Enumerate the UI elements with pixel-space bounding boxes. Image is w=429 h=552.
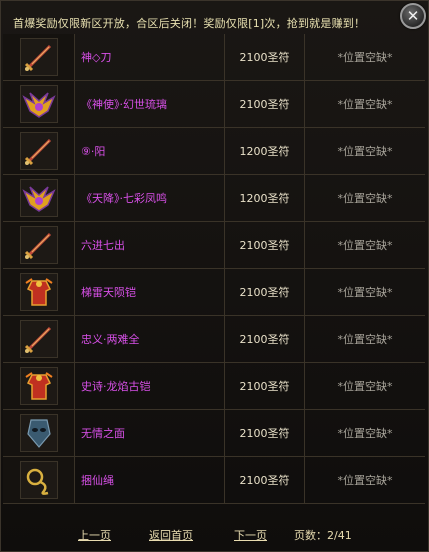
item-icon-cell (3, 316, 75, 362)
item-row: 捆仙绳 2100圣符 *位置空缺* (3, 457, 425, 504)
prev-page-link[interactable]: 上一页 (78, 527, 111, 543)
item-row: 神◇刀 2100圣符 *位置空缺* (3, 34, 425, 81)
item-name: ⑨·阳 (75, 128, 225, 174)
pagination: 上一页 返回首页 下一页 页数：2/41 (1, 521, 429, 549)
item-row: 无情之面 2100圣符 *位置空缺* (3, 410, 425, 457)
close-button[interactable]: ✕ (400, 3, 426, 29)
armor-icon[interactable] (19, 367, 58, 405)
item-icon-cell (3, 81, 75, 127)
sword-icon[interactable] (19, 38, 58, 76)
item-name: 捆仙绳 (75, 457, 225, 503)
sword-icon[interactable] (19, 320, 58, 358)
item-name: 六进七出 (75, 222, 225, 268)
item-price: 2100圣符 (225, 34, 305, 80)
item-price: 1200圣符 (225, 175, 305, 221)
sword-icon[interactable] (19, 132, 58, 170)
item-icon-cell (3, 175, 75, 221)
item-icon-cell (3, 222, 75, 268)
home-link[interactable]: 返回首页 (149, 527, 193, 543)
item-table: 神◇刀 2100圣符 *位置空缺* 《神使》·幻世琉璃 2100圣符 *位置空缺* ⑨·阳 1… (3, 34, 425, 504)
item-slot-status: *位置空缺* (337, 239, 393, 252)
item-price: 2100圣符 (225, 222, 305, 268)
item-price: 2100圣符 (225, 316, 305, 362)
item-icon-cell (3, 128, 75, 174)
item-icon-cell (3, 410, 75, 456)
rewards-panel: 首爆奖励仅限新区开放，合区后关闭！奖励仅限[1]次，抢到就是赚到！ ✕ 神◇刀 2… (0, 0, 429, 552)
close-icon: ✕ (406, 7, 420, 25)
winged-helmet-icon[interactable] (19, 179, 58, 217)
item-slot-status: *位置空缺* (337, 145, 393, 158)
item-row: 《天降》·七彩凤鸣 1200圣符 *位置空缺* (3, 175, 425, 222)
item-row: 六进七出 2100圣符 *位置空缺* (3, 222, 425, 269)
item-price: 2100圣符 (225, 269, 305, 315)
item-price: 2100圣符 (225, 363, 305, 409)
winged-helmet-icon[interactable] (19, 85, 58, 123)
item-slot-status: *位置空缺* (337, 98, 393, 111)
item-row: 史诗·龙焰古铠 2100圣符 *位置空缺* (3, 363, 425, 410)
notice-text: 首爆奖励仅限新区开放，合区后关闭！奖励仅限[1]次，抢到就是赚到！ (13, 17, 366, 30)
item-price: 2100圣符 (225, 81, 305, 127)
item-icon-cell (3, 457, 75, 503)
item-name: 无情之面 (75, 410, 225, 456)
item-slot-status: *位置空缺* (337, 427, 393, 440)
item-name: 史诗·龙焰古铠 (75, 363, 225, 409)
item-slot-status: *位置空缺* (337, 474, 393, 487)
item-row: ⑨·阳 1200圣符 *位置空缺* (3, 128, 425, 175)
armor-icon[interactable] (19, 273, 58, 311)
item-price: 1200圣符 (225, 128, 305, 174)
item-slot-status: *位置空缺* (337, 192, 393, 205)
item-slot-status: *位置空缺* (337, 51, 393, 64)
item-icon-cell (3, 34, 75, 80)
item-price: 2100圣符 (225, 410, 305, 456)
sword-icon[interactable] (19, 226, 58, 264)
item-name: 梯雷天陨铠 (75, 269, 225, 315)
item-row: 忠义·两难全 2100圣符 *位置空缺* (3, 316, 425, 363)
mask-icon[interactable] (19, 414, 58, 452)
item-icon-cell (3, 363, 75, 409)
item-name: 《天降》·七彩凤鸣 (75, 175, 225, 221)
item-icon-cell (3, 269, 75, 315)
item-row: 《神使》·幻世琉璃 2100圣符 *位置空缺* (3, 81, 425, 128)
item-price: 2100圣符 (225, 457, 305, 503)
item-row: 梯雷天陨铠 2100圣符 *位置空缺* (3, 269, 425, 316)
item-slot-status: *位置空缺* (337, 333, 393, 346)
item-name: 神◇刀 (75, 34, 225, 80)
item-slot-status: *位置空缺* (337, 380, 393, 393)
item-slot-status: *位置空缺* (337, 286, 393, 299)
item-name: 忠义·两难全 (75, 316, 225, 362)
rope-icon[interactable] (19, 461, 58, 499)
next-page-link[interactable]: 下一页 (234, 527, 267, 543)
page-indicator: 页数：2/41 (294, 529, 352, 542)
item-name: 《神使》·幻世琉璃 (75, 81, 225, 127)
